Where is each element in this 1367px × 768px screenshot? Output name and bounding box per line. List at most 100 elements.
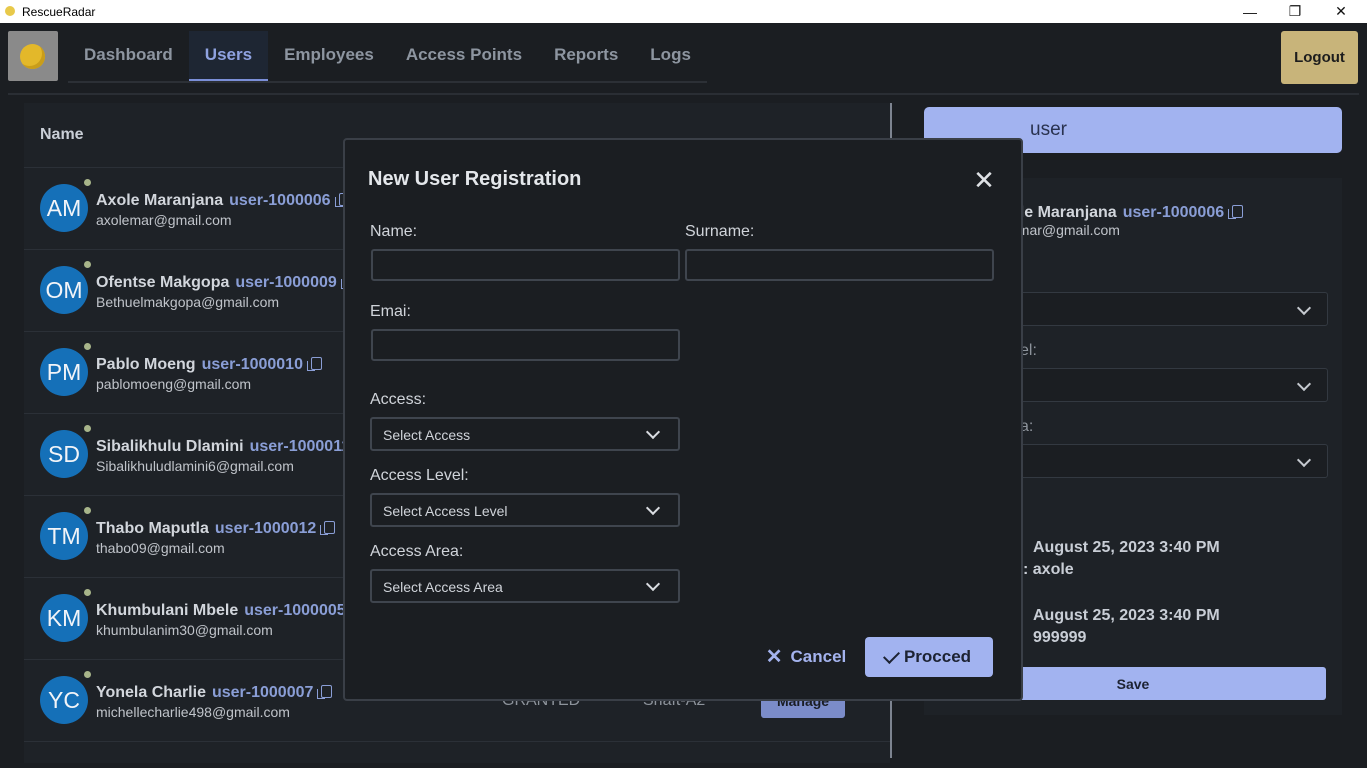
access-level-select-value: Select Access Level [383,503,508,519]
title-bar: RescueRadar — ❐ ✕ [0,0,1367,23]
copy-icon[interactable] [317,685,333,699]
chevron-down-icon [645,424,661,440]
check-icon [882,646,900,664]
user-name: Khumbulani Mbele [96,602,239,619]
copy-icon[interactable] [1228,205,1244,219]
copy-icon[interactable] [306,357,322,371]
close-window-button[interactable]: ✕ [1318,0,1364,23]
user-name-line: Pablo Moeng user-1000010 [96,356,322,374]
detail-area-select[interactable] [1010,444,1328,478]
detail-name-line: ole Maranjana user-1000006 [1010,204,1244,222]
user-name: Pablo Moeng [96,356,196,373]
user-email: michellecharlie498@gmail.com [96,704,290,720]
surname-input[interactable] [685,249,994,281]
avatar: SD [40,430,88,478]
email-input[interactable] [371,329,680,361]
close-icon: ✕ [765,646,783,668]
user-email: Bethuelmakgopa@gmail.com [96,294,280,310]
user-email: pablomoeng@gmail.com [96,376,252,392]
maximize-button[interactable]: ❐ [1272,0,1318,23]
access-area-select[interactable]: Select Access Area [370,569,680,603]
status-dot [84,261,91,268]
minimize-button[interactable]: — [1227,0,1273,23]
nav-tabs: Dashboard Users Employees Access Points … [68,31,707,83]
access-area-label: Access Area: [370,543,464,560]
close-icon[interactable]: ✕ [973,167,995,193]
status-dot [84,671,91,678]
access-level-label: Access Level: [370,467,469,484]
tab-dashboard[interactable]: Dashboard [68,31,189,81]
avatar: KM [40,594,88,642]
tab-employees[interactable]: Employees [268,31,390,81]
user-name-line: Khumbulani Mbele user-1000005 [96,602,365,620]
chevron-down-icon [645,500,661,516]
cancel-label: Cancel [790,647,847,666]
name-input[interactable] [371,249,680,281]
sun-icon [20,44,45,69]
tab-access-points[interactable]: Access Points [390,31,538,81]
status-dot [84,343,91,350]
new-user-dialog: New User Registration ✕ Name: Surname: E… [343,138,1023,701]
status-dot [84,425,91,432]
app-body: Dashboard Users Employees Access Points … [0,23,1367,768]
user-name: Yonela Charlie [96,684,206,701]
chevron-down-icon [1296,452,1312,468]
status-dot [84,589,91,596]
user-name-line: Thabo Maputla user-1000012 [96,520,336,538]
chevron-down-icon [645,576,661,592]
user-email: axolemar@gmail.com [96,212,232,228]
access-area-select-value: Select Access Area [383,579,503,595]
detail-user-email: emar@gmail.com [1010,222,1120,238]
surname-label: Surname: [685,223,755,240]
app-icon [5,6,15,16]
user-name: Thabo Maputla [96,520,209,537]
user-name-line: Ofentse Makgopa user-1000009 [96,274,356,292]
tab-users[interactable]: Users [188,31,269,81]
tab-logs[interactable]: Logs [634,31,707,81]
user-email: Sibalikhuludlamini6@gmail.com [96,458,294,474]
user-id: user-1000012 [214,520,317,537]
updated-by: 999999 [1033,629,1087,646]
user-id: user-1000007 [211,684,314,701]
proceed-button[interactable]: Procced [865,637,993,677]
email-label: Emai: [370,303,411,320]
access-label: Access: [370,391,427,408]
status-dot [84,507,91,514]
created-by: : axole [1023,561,1074,578]
name-label: Name: [370,223,418,240]
access-select-value: Select Access [383,427,471,443]
cancel-button[interactable]: ✕ Cancel [765,638,847,676]
proceed-label: Procced [903,647,972,666]
created-date: August 25, 2023 3:40 PM [1033,539,1220,556]
avatar: PM [40,348,88,396]
tab-reports[interactable]: Reports [538,31,634,81]
detail-user-id: user-1000006 [1122,204,1225,221]
user-id: user-1000009 [235,274,337,291]
user-name-line: Axole Maranjana user-1000006 [96,192,350,210]
row-divider [24,741,890,742]
user-email: thabo09@gmail.com [96,540,225,556]
user-name-line: Yonela Charlie user-1000007 [96,684,333,702]
user-id: user-1000011 [249,438,351,455]
avatar: YC [40,676,88,724]
avatar: OM [40,266,88,314]
detail-level-select[interactable] [1010,368,1328,402]
copy-icon[interactable] [320,521,336,535]
detail-access-select[interactable] [1010,292,1328,326]
chevron-down-icon [1296,376,1312,392]
avatar: AM [40,184,88,232]
logout-button[interactable]: Logout [1281,31,1358,84]
user-id: user-1000010 [201,356,303,373]
column-header-name: Name [40,126,84,143]
detail-user-name: ole Maranjana [1010,204,1117,221]
user-email: khumbulanim30@gmail.com [96,622,273,638]
user-id: user-1000005 [244,602,346,619]
user-name: Sibalikhulu Dlamini [96,438,244,455]
updated-date: August 25, 2023 3:40 PM [1033,607,1220,624]
chevron-down-icon [1296,300,1312,316]
access-select[interactable]: Select Access [370,417,680,451]
status-dot [84,179,91,186]
app-logo [8,31,58,81]
access-level-select[interactable]: Select Access Level [370,493,680,527]
user-name: Ofentse Makgopa [96,274,230,291]
